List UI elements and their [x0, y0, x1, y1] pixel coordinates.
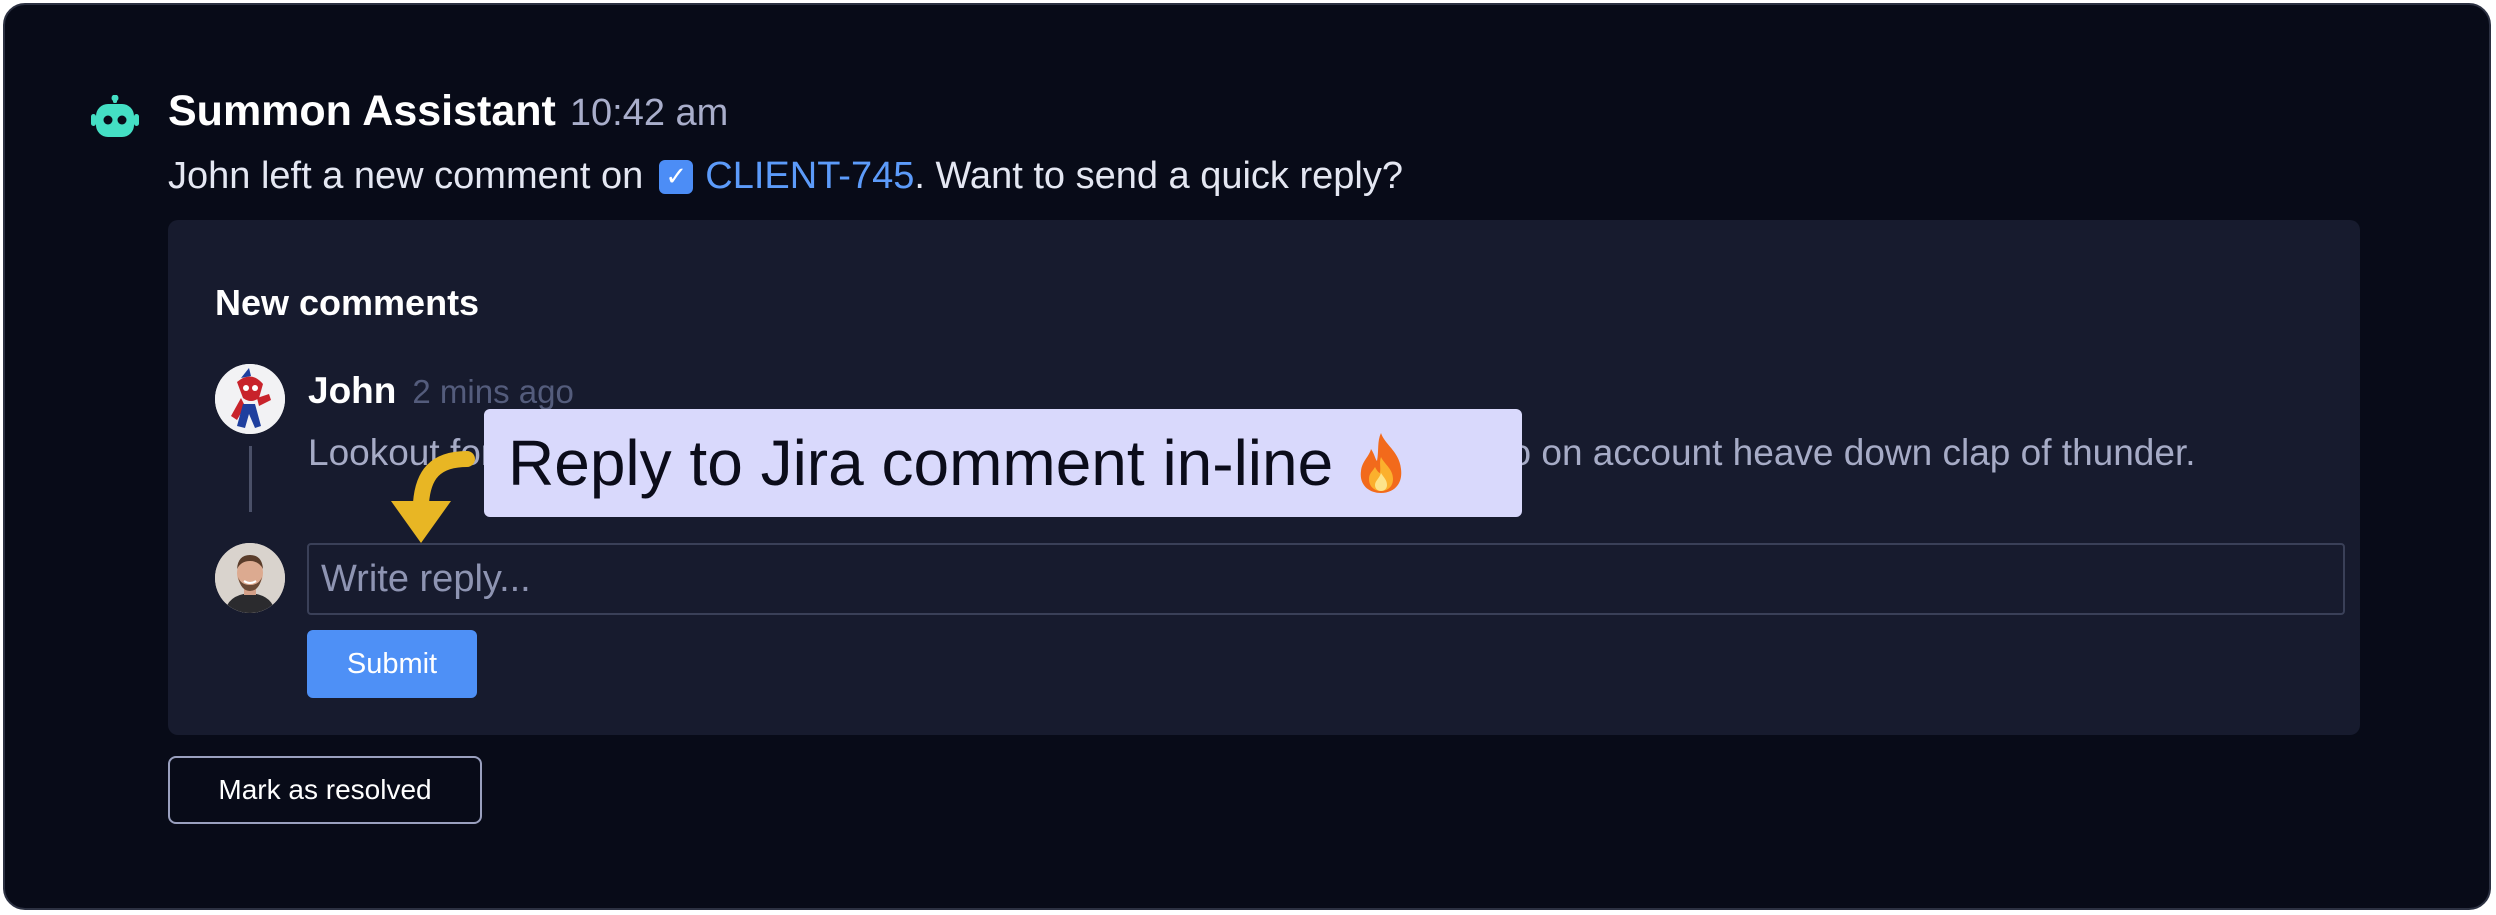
callout-text: Reply to Jira comment in-line — [508, 427, 1334, 499]
app-name[interactable]: Summon Assistant — [168, 87, 556, 136]
submit-button[interactable]: Submit — [307, 630, 477, 698]
curved-arrow-icon — [391, 451, 475, 543]
current-user-avatar-image — [215, 543, 285, 613]
message-suffix: . Want to send a quick reply? — [914, 155, 1403, 197]
avatar[interactable] — [215, 364, 285, 434]
robot-icon — [91, 95, 139, 137]
message-header: Summon Assistant 10:42 am — [168, 87, 728, 147]
notification-message: John left a new comment on ✓ CLIENT-745 … — [168, 155, 1403, 198]
comment-time: 2 mins ago — [412, 373, 574, 410]
commenter-avatar-image — [215, 364, 285, 434]
reply-input[interactable] — [307, 543, 2345, 615]
comment-header: John 2 mins ago — [308, 370, 574, 412]
avatar — [215, 543, 285, 613]
mark-as-resolved-button[interactable]: Mark as resolved — [168, 756, 482, 824]
card-title: New comments — [215, 282, 480, 323]
comment-author[interactable]: John — [308, 370, 396, 412]
fire-icon — [1360, 433, 1402, 493]
feature-callout: Reply to Jira comment in-line — [484, 409, 1522, 517]
message-timestamp: 10:42 am — [569, 92, 729, 134]
checkbox-icon: ✓ — [659, 159, 694, 194]
thread-line — [249, 446, 252, 512]
ticket-link[interactable]: CLIENT-745 — [705, 155, 914, 198]
app-frame: Summon Assistant 10:42 am John left a ne… — [3, 3, 2491, 910]
message-prefix: John left a new comment on — [168, 155, 644, 197]
